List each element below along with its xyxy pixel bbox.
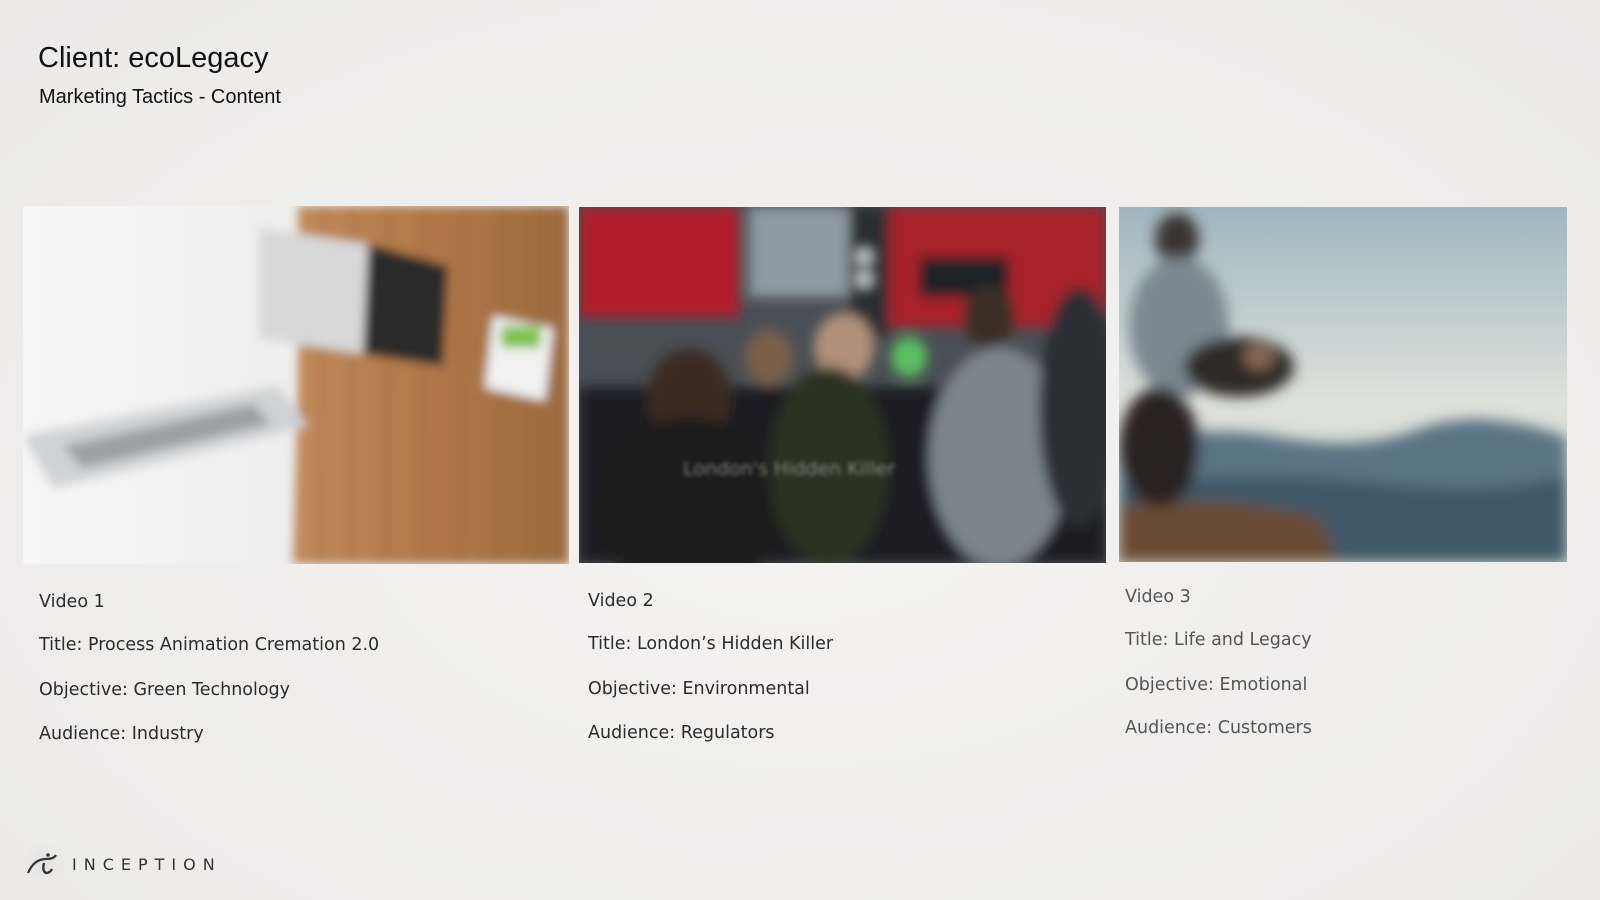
video-2-title: Title: London’s Hidden Killer [588,634,834,654]
video-3-title: Title: Life and Legacy [1125,630,1312,650]
video-1-objective: Objective: Green Technology [39,680,291,700]
video-3-thumbnail[interactable] [1119,207,1567,562]
video-2-label: Video 2 [588,591,654,611]
video-2-objective: Objective: Environmental [588,679,810,699]
video-2-audience: Audience: Regulators [588,723,775,743]
video-1-label: Video 1 [39,592,105,612]
video-3-image [1119,207,1567,562]
inception-logo-icon [22,843,64,885]
video-1-thumbnail[interactable] [23,206,569,564]
video-1-image [23,206,569,564]
video-2-image: London's Hidden Killer [579,207,1106,563]
inception-logo-text: INCEPTION [72,854,222,874]
video-2-overlay-text: London's Hidden Killer [683,458,895,480]
page-subtitle: Marketing Tactics - Content [39,86,281,108]
video-3-objective: Objective: Emotional [1125,675,1308,695]
inception-logo: INCEPTION [22,842,222,886]
video-2-thumbnail[interactable]: London's Hidden Killer [579,207,1106,563]
video-3-label: Video 3 [1125,587,1191,607]
video-3-audience: Audience: Customers [1125,718,1312,738]
video-1-audience: Audience: Industry [39,724,204,744]
page-title: Client: ecoLegacy [38,42,269,74]
video-1-title: Title: Process Animation Cremation 2.0 [39,635,380,655]
